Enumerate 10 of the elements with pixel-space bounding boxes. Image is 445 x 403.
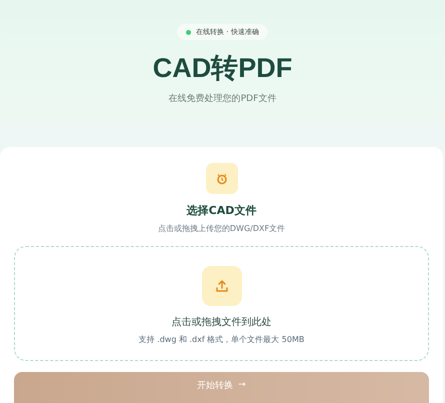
page-title: CAD转PDF	[152, 52, 292, 85]
clock-icon	[216, 172, 228, 185]
card-title: 选择CAD文件	[186, 203, 256, 218]
page-subtitle: 在线免费处理您的PDF文件	[168, 92, 276, 105]
drop-hint: 支持 .dwg 和 .dxf 格式，单个文件最大 50MB	[138, 334, 304, 346]
status-dot-icon	[186, 30, 192, 34]
drop-zone[interactable]: 点击或拖拽文件到此处 支持 .dwg 和 .dxf 格式，单个文件最大 50MB	[14, 246, 429, 361]
drop-title: 点击或拖拽文件到此处	[172, 316, 272, 330]
upload-icon	[214, 279, 228, 294]
card-subtitle: 点击或拖拽上传您的DWG/DXF文件	[158, 223, 286, 234]
